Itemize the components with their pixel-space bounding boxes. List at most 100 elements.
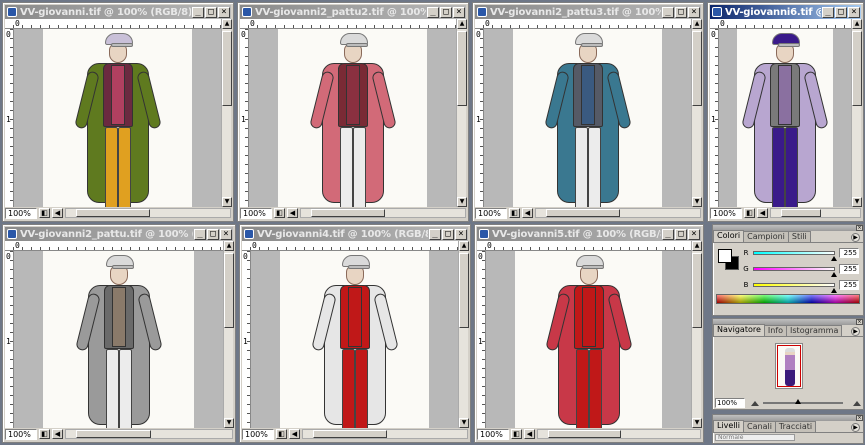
palette-tab[interactable]: Livelli [713,420,745,432]
scroll-left-button[interactable]: ◀ [522,208,533,218]
image-canvas[interactable] [719,29,851,207]
zoom-level-field[interactable]: 100% [242,428,274,440]
vertical-scrollbar[interactable]: ▲ ▼ [221,19,232,207]
scroll-up-button[interactable]: ▲ [459,241,469,251]
close-button[interactable]: × [218,6,230,18]
horizontal-scrollbar[interactable] [65,429,233,439]
image-canvas[interactable] [14,29,221,207]
scroll-left-button[interactable]: ◀ [524,429,535,439]
horizontal-scrollbar[interactable] [302,429,468,439]
close-button[interactable]: × [455,228,467,240]
scroll-up-button[interactable]: ▲ [224,241,234,251]
document-window[interactable]: VV-giovanni5.tif @ 100% (RGB/8) _ □ × 0 0 1 ▲ ▼ 1… [474,224,704,443]
scroll-down-button[interactable]: ▼ [222,197,232,207]
image-canvas[interactable] [486,251,691,428]
document-info-icon[interactable]: ◧ [276,429,287,439]
scroll-thumb[interactable] [76,209,150,217]
document-window[interactable]: VV-giovanni.tif @ 100% (RGB/8) _ □ × 0 0 1 ▲ ▼ 10… [2,2,234,222]
scroll-down-button[interactable]: ▼ [457,197,467,207]
vertical-scrollbar[interactable]: ▲ ▼ [691,241,702,428]
scroll-down-button[interactable]: ▼ [692,418,702,428]
close-button[interactable]: × [848,6,860,18]
view-box[interactable] [777,345,801,387]
minimize-button[interactable]: _ [822,6,834,18]
slider-handle[interactable] [831,256,837,261]
scroll-up-button[interactable]: ▲ [222,19,232,29]
palette-menu-icon[interactable]: ▶ [851,233,860,242]
document-info-icon[interactable]: ◧ [39,429,50,439]
vertical-scrollbar[interactable]: ▲ ▼ [223,241,234,428]
color-ramp-spectrum[interactable] [716,294,860,304]
scroll-up-button[interactable]: ▲ [457,19,467,29]
minimize-button[interactable]: _ [192,6,204,18]
scroll-up-button[interactable]: ▲ [852,19,862,29]
channel-value-field[interactable]: 255 [839,264,859,274]
horizontal-scrollbar[interactable] [537,429,701,439]
image-canvas[interactable] [249,29,456,207]
zoom-level-field[interactable]: 100% [477,428,509,440]
document-window[interactable]: VV-giovanni2_pattu3.tif @ 100% (RGB/8)_□… [472,2,704,222]
minimize-button[interactable]: _ [429,228,441,240]
image-canvas[interactable] [251,251,458,428]
scroll-left-button[interactable]: ◀ [52,208,63,218]
scroll-down-button[interactable]: ▼ [692,197,702,207]
scroll-thumb[interactable] [313,430,387,438]
slider-handle[interactable] [831,272,837,277]
zoom-out-icon[interactable] [751,400,759,406]
close-button[interactable]: × [688,228,700,240]
scroll-down-button[interactable]: ▼ [224,418,234,428]
zoom-level-field[interactable]: 100% [240,207,272,219]
scroll-thumb[interactable] [224,253,234,328]
scroll-thumb[interactable] [457,31,467,107]
navigator-thumbnail[interactable] [775,343,803,389]
minimize-button[interactable]: _ [427,6,439,18]
scroll-thumb[interactable] [311,209,385,217]
palette-tab[interactable]: Stili [787,231,811,242]
channel-value-field[interactable]: 255 [839,248,859,258]
title-bar[interactable]: VV-giovanni2_pattu.tif @ 100% (RGB/8)_□× [5,227,233,241]
maximize-button[interactable]: □ [207,228,219,240]
maximize-button[interactable]: □ [675,228,687,240]
palette-menu-icon[interactable]: ▶ [851,327,860,336]
zoom-level-field[interactable]: 100% [710,207,742,219]
palette-tab[interactable]: Colori [713,230,745,242]
channel-slider-track[interactable] [753,251,837,261]
zoom-level-field[interactable]: 100% [5,428,37,440]
scroll-thumb[interactable] [459,253,469,328]
palette-tab[interactable]: Canali [743,421,776,432]
minimize-button[interactable]: _ [194,228,206,240]
palette-tab[interactable]: Navigatore [713,324,765,336]
channel-value-field[interactable]: 255 [839,280,859,290]
scroll-down-button[interactable]: ▼ [459,418,469,428]
title-bar[interactable]: VV-giovanni4.tif @ 100% (RGB/8) _ □ × [242,227,468,241]
vertical-scrollbar[interactable]: ▲ ▼ [851,19,862,207]
minimize-button[interactable]: _ [662,228,674,240]
channel-slider-track[interactable] [753,283,837,293]
vertical-scrollbar[interactable]: ▲ ▼ [691,19,702,207]
scroll-thumb[interactable] [852,31,862,107]
scroll-left-button[interactable]: ◀ [757,208,768,218]
scroll-thumb[interactable] [781,209,822,217]
document-window[interactable]: VV-giovanni6.tif @ 10..._□×001▲▼100%◧◀ [707,2,864,222]
scroll-thumb[interactable] [548,430,621,438]
palette-tab[interactable]: Tracciati [774,421,817,432]
document-window[interactable]: VV-giovanni2_pattu.tif @ 100% (RGB/8)_□×… [2,224,236,443]
scroll-up-button[interactable]: ▲ [692,241,702,251]
scroll-left-button[interactable]: ◀ [287,208,298,218]
scroll-up-button[interactable]: ▲ [692,19,702,29]
scroll-down-button[interactable]: ▼ [852,197,862,207]
zoom-level-field[interactable]: 100% [5,207,37,219]
vertical-scrollbar[interactable]: ▲ ▼ [458,241,469,428]
document-window[interactable]: VV-giovanni2_pattu2.tif @ 100% (RGB/8)_□… [237,2,469,222]
maximize-button[interactable]: □ [675,6,687,18]
scroll-thumb[interactable] [692,253,702,328]
scroll-thumb[interactable] [546,209,620,217]
horizontal-scrollbar[interactable] [300,208,466,218]
channel-slider-track[interactable] [753,267,837,277]
foreground-color-swatch[interactable] [718,249,732,263]
scroll-thumb[interactable] [692,31,702,107]
palette-tab[interactable]: Campioni [743,231,789,242]
document-info-icon[interactable]: ◧ [509,208,520,218]
horizontal-scrollbar[interactable] [535,208,701,218]
slider-handle[interactable] [831,288,837,293]
